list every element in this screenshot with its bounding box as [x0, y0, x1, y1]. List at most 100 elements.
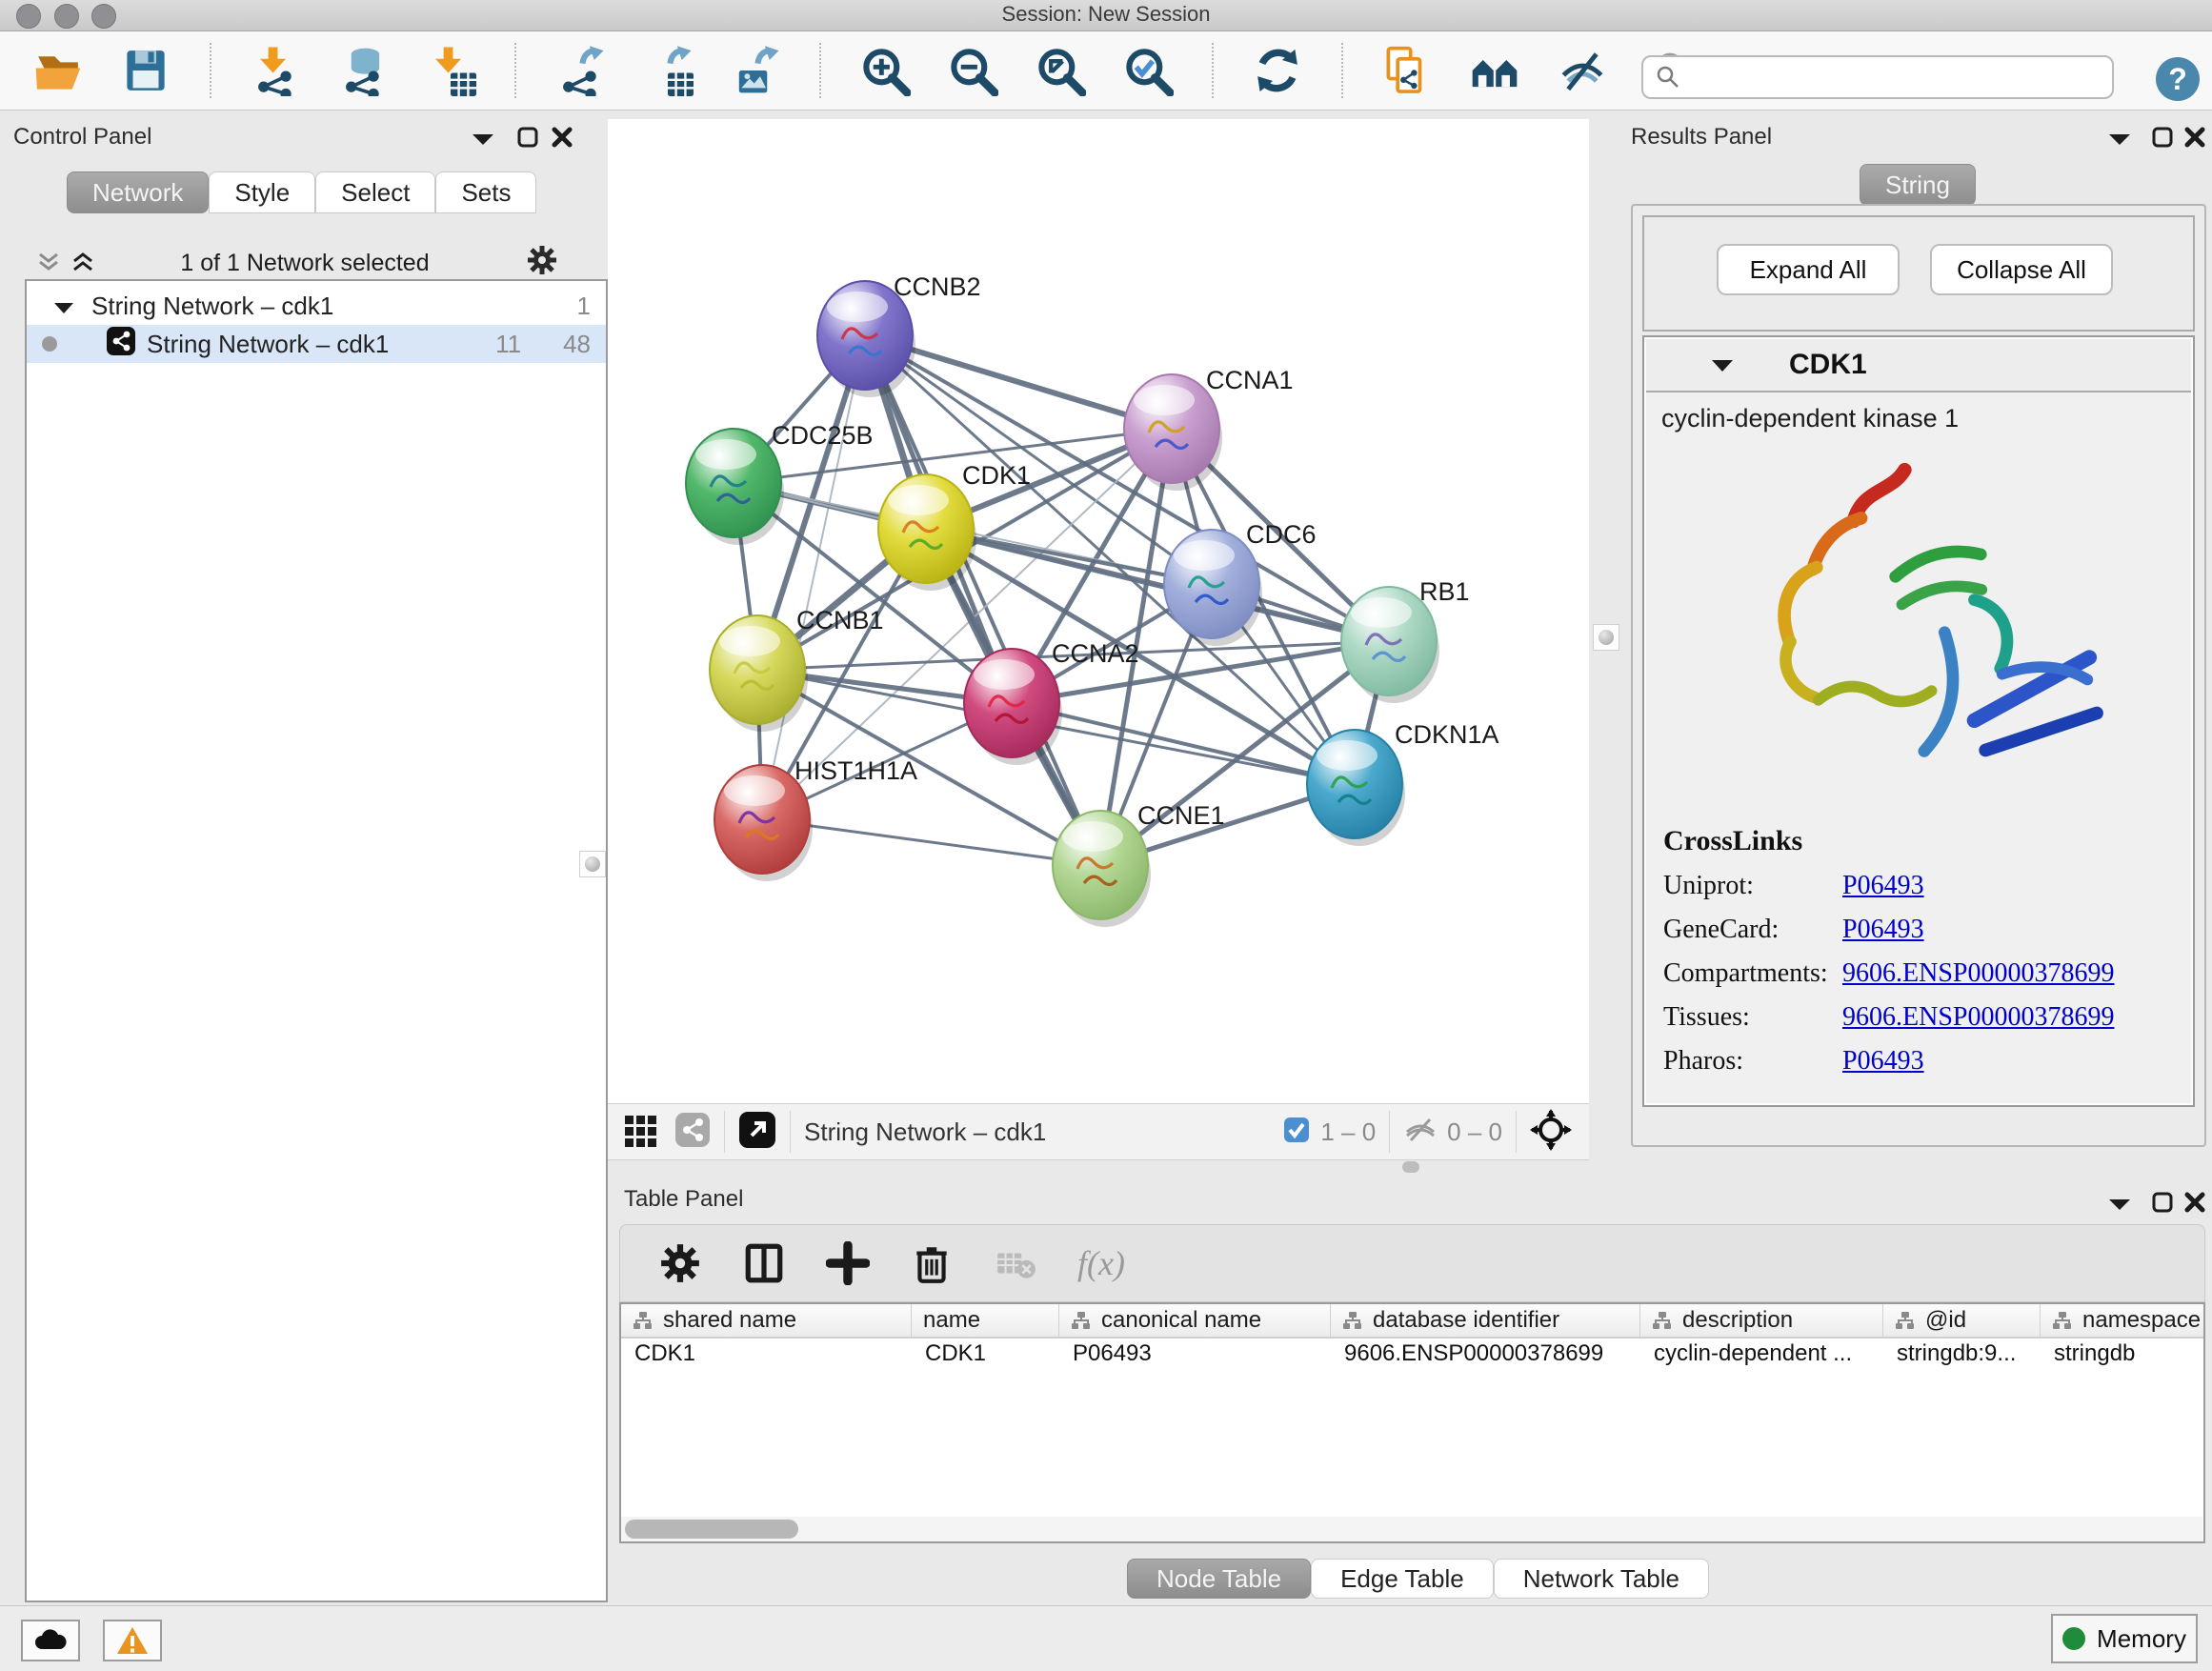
node-cdk1[interactable]: [878, 474, 976, 591]
table-panel-collapse-icon[interactable]: [2107, 1197, 2132, 1217]
right-splitter-handle[interactable]: [1593, 624, 1619, 651]
cell-description[interactable]: cyclin-dependent ...: [1640, 1340, 1883, 1373]
zoom-selected-icon[interactable]: [1122, 45, 1174, 96]
results-panel-collapse-icon[interactable]: [2107, 131, 2132, 151]
cell-name[interactable]: CDK1: [912, 1340, 1059, 1373]
tab-network[interactable]: Network: [67, 171, 209, 213]
column-header-name[interactable]: name: [912, 1304, 1059, 1337]
bottom-splitter-handle[interactable]: [1402, 1161, 1419, 1173]
zoom-in-icon[interactable]: [859, 45, 911, 96]
open-in-window-icon[interactable]: [738, 1111, 776, 1154]
search-box[interactable]: [1641, 55, 2114, 99]
control-panel-collapse-icon[interactable]: [471, 131, 495, 151]
open-session-icon[interactable]: [32, 45, 84, 96]
crosslink-link[interactable]: P06493: [1842, 1046, 1924, 1077]
entry-gene-name: CDK1: [1789, 349, 1867, 381]
cell--id[interactable]: stringdb:9...: [1883, 1340, 2041, 1373]
collapse-all-tree-icon[interactable]: [36, 250, 61, 279]
hide-selected-icon[interactable]: [1557, 45, 1608, 96]
column-header-shared-name[interactable]: shared name: [621, 1304, 912, 1337]
help-icon[interactable]: ?: [2156, 57, 2200, 101]
tab-sets[interactable]: Sets: [435, 171, 536, 213]
crosslink-link[interactable]: 9606.ENSP00000378699: [1842, 958, 2114, 989]
node-ccne1[interactable]: [1053, 811, 1151, 927]
node-ccnb1[interactable]: [710, 615, 808, 732]
tab-string[interactable]: String: [1860, 164, 1976, 206]
memory-button[interactable]: Memory: [2051, 1614, 2198, 1663]
entry-header[interactable]: CDK1: [1646, 339, 2191, 393]
birds-eye-toggle-icon[interactable]: [1530, 1109, 1572, 1156]
control-panel-float-icon[interactable]: [516, 126, 539, 153]
tab-edge-table[interactable]: Edge Table: [1311, 1559, 1494, 1599]
delete-table-icon[interactable]: [994, 1241, 1037, 1285]
cell-database-identifier[interactable]: 9606.ENSP00000378699: [1331, 1340, 1640, 1373]
first-neighbors-icon[interactable]: [1469, 45, 1520, 96]
column-header-canonical-name[interactable]: canonical name: [1059, 1304, 1331, 1337]
table-gear-icon[interactable]: [658, 1241, 702, 1285]
import-database-icon[interactable]: [337, 45, 389, 96]
export-image-icon[interactable]: [730, 45, 781, 96]
export-network-icon[interactable]: [554, 45, 606, 96]
selected-checkbox-icon[interactable]: [1282, 1116, 1311, 1149]
crosslink-link[interactable]: 9606.ENSP00000378699: [1842, 1002, 2114, 1033]
node-ccna2[interactable]: [964, 649, 1062, 765]
table-panel-close-icon[interactable]: [2183, 1191, 2206, 1218]
results-panel-close-icon[interactable]: [2183, 126, 2206, 153]
table-panel-float-icon[interactable]: [2151, 1191, 2174, 1218]
crosslink-link[interactable]: P06493: [1842, 915, 1924, 945]
show-columns-icon[interactable]: [742, 1241, 786, 1285]
hidden-eye-icon[interactable]: [1403, 1116, 1438, 1149]
tree-expand-icon[interactable]: [53, 292, 74, 321]
network-row-selected[interactable]: String Network – cdk1 11 48: [27, 325, 606, 363]
edge-HIST1H1A-CCNE1[interactable]: [762, 819, 1100, 865]
column-header-namespace[interactable]: namespace: [2041, 1304, 2212, 1337]
network-options-gear-icon[interactable]: [526, 244, 558, 281]
results-panel-float-icon[interactable]: [2151, 126, 2174, 153]
network-selection-status: 1 of 1 Network selected: [114, 250, 495, 277]
expand-all-button[interactable]: Expand All: [1717, 244, 1900, 295]
tab-node-table[interactable]: Node Table: [1127, 1559, 1311, 1599]
memory-label: Memory: [2097, 1624, 2186, 1654]
crosslink-label: Compartments:: [1663, 958, 1842, 989]
node-cdkn1a[interactable]: [1307, 730, 1405, 846]
search-input[interactable]: [1681, 64, 2085, 91]
refresh-icon[interactable]: [1252, 45, 1303, 96]
hscroll-thumb[interactable]: [625, 1520, 798, 1539]
export-table-icon[interactable]: [642, 45, 694, 96]
share-view-icon[interactable]: [674, 1112, 711, 1153]
edge-CCNB2-CCNE1[interactable]: [865, 335, 1100, 865]
entry-collapse-icon[interactable]: [1711, 358, 1734, 377]
column-header--id[interactable]: @id: [1883, 1304, 2041, 1337]
add-column-icon[interactable]: [826, 1241, 870, 1285]
expand-all-tree-icon[interactable]: [70, 250, 95, 279]
column-header-description[interactable]: description: [1640, 1304, 1883, 1337]
control-panel-close-icon[interactable]: [551, 126, 573, 153]
save-session-icon[interactable]: [120, 45, 171, 96]
warning-button[interactable]: [103, 1620, 162, 1661]
grid-view-icon[interactable]: [623, 1112, 659, 1153]
tab-select[interactable]: Select: [315, 171, 435, 213]
cell-shared-name[interactable]: CDK1: [621, 1340, 912, 1373]
cell-canonical-name[interactable]: P06493: [1059, 1340, 1331, 1373]
function-builder-icon[interactable]: f(x): [1077, 1243, 1125, 1283]
import-network-icon[interactable]: [250, 45, 301, 96]
column-header-database-identifier[interactable]: database identifier: [1331, 1304, 1640, 1337]
crosslink-link[interactable]: P06493: [1842, 871, 1924, 901]
table-hscrollbar[interactable]: [621, 1517, 2202, 1541]
edge-CCNB2-HIST1H1A[interactable]: [762, 335, 865, 819]
cell-namespace[interactable]: stringdb: [2041, 1340, 2212, 1373]
cloud-button[interactable]: [21, 1620, 80, 1661]
edge-CCNA2-CDKN1A[interactable]: [1012, 703, 1355, 784]
network-collection-row[interactable]: String Network – cdk1 1: [27, 287, 606, 325]
zoom-out-icon[interactable]: [947, 45, 998, 96]
network-canvas[interactable]: CCNB2CCNA1CDC25BCDK1CDC6RB1CCNB1CCNA2CDK…: [608, 119, 1589, 1103]
zoom-fit-icon[interactable]: [1035, 45, 1086, 96]
import-table-icon[interactable]: [425, 45, 476, 96]
new-network-from-selection-icon[interactable]: [1381, 45, 1433, 96]
collapse-all-button[interactable]: Collapse All: [1930, 244, 2113, 295]
tab-style[interactable]: Style: [209, 171, 315, 213]
tab-network-table[interactable]: Network Table: [1494, 1559, 1709, 1599]
delete-column-icon[interactable]: [910, 1241, 954, 1285]
left-splitter-handle[interactable]: [579, 851, 606, 877]
node-cdc25b[interactable]: [686, 429, 784, 545]
